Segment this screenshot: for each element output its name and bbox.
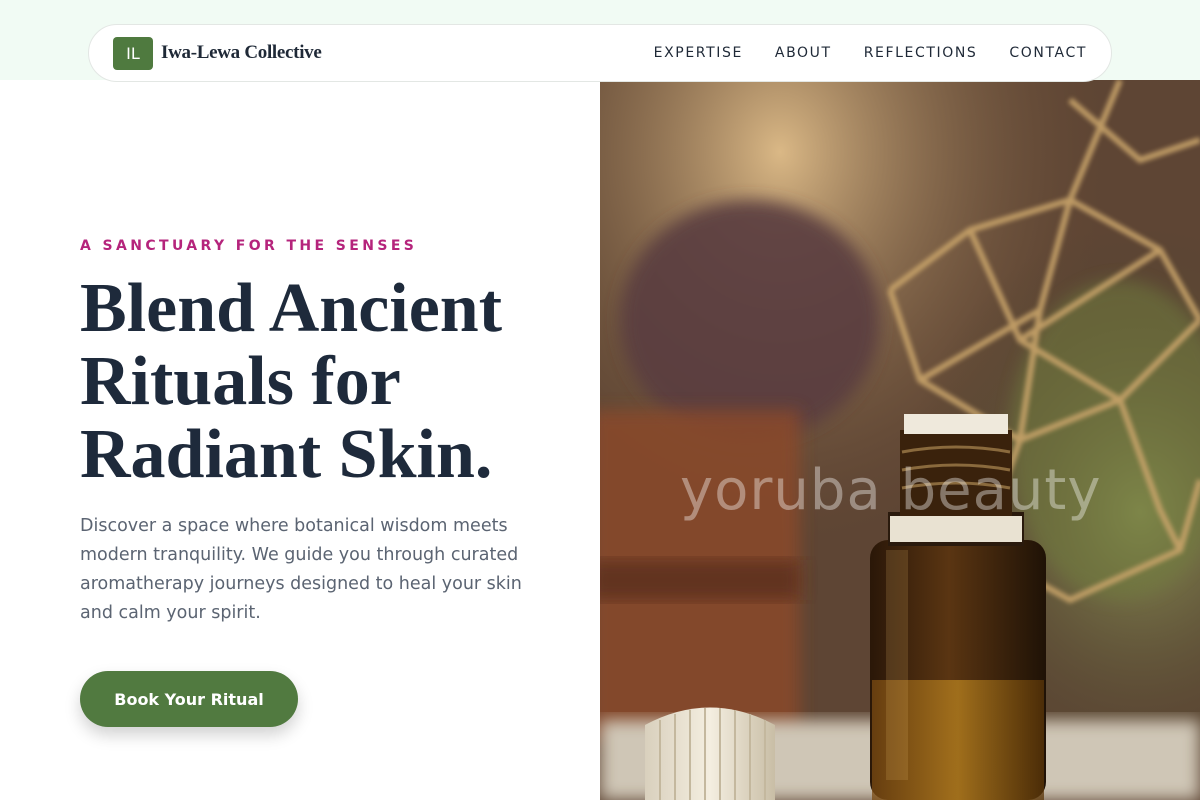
image-watermark: yoruba beauty: [680, 458, 1102, 523]
logo-badge[interactable]: IL: [113, 37, 153, 70]
hero-image: yoruba beauty: [600, 80, 1200, 800]
nav-link-expertise[interactable]: EXPERTISE: [654, 45, 743, 61]
nav-link-contact[interactable]: CONTACT: [1009, 45, 1087, 61]
hero-eyebrow: A SANCTUARY FOR THE SENSES: [80, 238, 418, 254]
hero-description: Discover a space where botanical wisdom …: [80, 516, 522, 623]
book-ritual-button[interactable]: Book Your Ritual: [80, 671, 298, 727]
nav-links: EXPERTISE ABOUT REFLECTIONS CONTACT: [654, 45, 1087, 61]
nav-link-about[interactable]: ABOUT: [775, 45, 832, 61]
nav-link-reflections[interactable]: REFLECTIONS: [864, 45, 978, 61]
navbar: IL Iwa-Lewa Collective EXPERTISE ABOUT R…: [88, 24, 1112, 82]
brand-name[interactable]: Iwa-Lewa Collective: [161, 42, 322, 64]
hero-photo-illustration: [600, 80, 1200, 800]
hero-headline: Blend Ancient Rituals for Radiant Skin.: [80, 270, 503, 493]
